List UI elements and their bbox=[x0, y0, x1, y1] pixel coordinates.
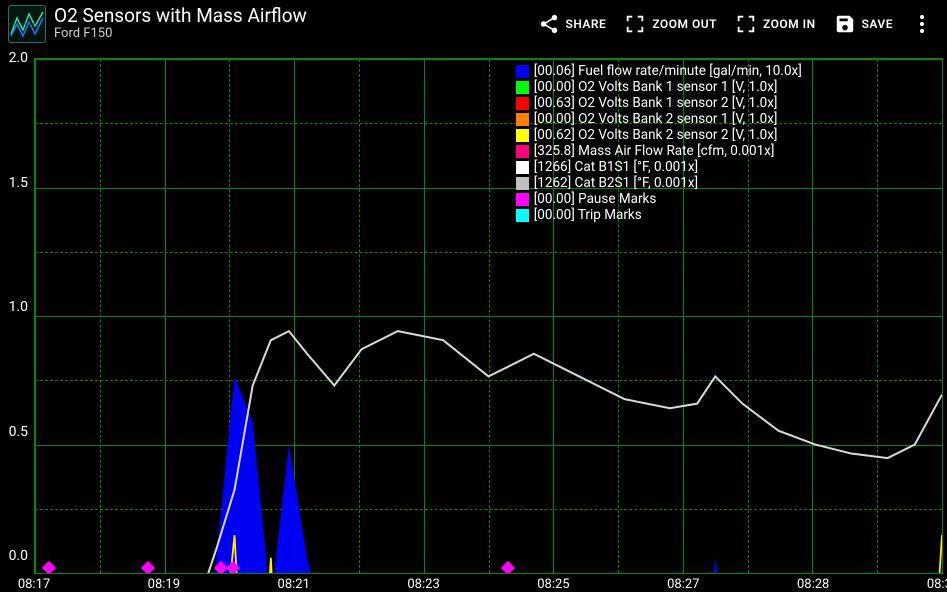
share-label: SHARE bbox=[566, 17, 607, 31]
pause-marker bbox=[501, 561, 515, 574]
legend-item: [00.00] Trip Marks bbox=[516, 207, 802, 223]
pause-marker bbox=[226, 561, 240, 574]
chart-area[interactable]: 0.0 0.5 1.0 1.5 2.0 [00.06] Fuel flow rate/m… bbox=[0, 48, 947, 592]
x-gridline bbox=[942, 59, 943, 573]
overflow-menu-button[interactable] bbox=[911, 11, 933, 37]
title-block: O2 Sensors with Mass Airflow Ford F150 bbox=[54, 6, 538, 41]
x-tick-label: 08:21 bbox=[278, 577, 310, 592]
share-button[interactable]: SHARE bbox=[538, 13, 607, 35]
legend-label: [00.00] Trip Marks bbox=[534, 207, 642, 223]
legend-swatch bbox=[516, 65, 529, 78]
legend-item: [00.62] O2 Volts Bank 2 sensor 2 [V, 1.0… bbox=[516, 127, 802, 143]
y-tick-label: 2.0 bbox=[9, 50, 28, 66]
legend-item: [325.8] Mass Air Flow Rate [cfm, 0.001x] bbox=[516, 143, 802, 159]
y-tick-label: 1.5 bbox=[9, 175, 28, 191]
legend-item: [00.63] O2 Volts Bank 1 sensor 2 [V, 1.0… bbox=[516, 95, 802, 111]
legend-swatch bbox=[516, 129, 529, 142]
x-tick-label: 08:27 bbox=[667, 577, 699, 592]
page-title: O2 Sensors with Mass Airflow bbox=[54, 6, 538, 27]
legend-item: [00.00] Pause Marks bbox=[516, 191, 802, 207]
legend-swatch bbox=[516, 161, 529, 174]
legend-label: [00.62] O2 Volts Bank 2 sensor 2 [V, 1.0… bbox=[534, 127, 778, 143]
x-tick-label: 08:23 bbox=[407, 577, 439, 592]
save-button[interactable]: SAVE bbox=[834, 13, 893, 35]
zoom-in-button[interactable]: ZOOM IN bbox=[735, 13, 816, 35]
legend-item: [00.00] O2 Volts Bank 1 sensor 1 [V, 1.0… bbox=[516, 79, 802, 95]
pause-markers bbox=[35, 561, 942, 573]
x-tick-label: 08:19 bbox=[148, 577, 180, 592]
zoom-out-label: ZOOM OUT bbox=[652, 17, 717, 31]
legend-item: [00.06] Fuel flow rate/minute [gal/min, … bbox=[516, 63, 802, 79]
y-tick-label: 0.0 bbox=[9, 548, 28, 564]
legend-swatch bbox=[516, 97, 529, 110]
legend-label: [1262] Cat B2S1 [°F, 0.001x] bbox=[534, 175, 698, 191]
legend: [00.06] Fuel flow rate/minute [gal/min, … bbox=[516, 63, 802, 223]
legend-item: [1262] Cat B2S1 [°F, 0.001x] bbox=[516, 175, 802, 191]
legend-label: [00.00] O2 Volts Bank 2 sensor 1 [V, 1.0… bbox=[534, 111, 778, 127]
x-tick-label: 08:25 bbox=[537, 577, 569, 592]
legend-swatch bbox=[516, 209, 529, 222]
zoom-out-button[interactable]: ZOOM OUT bbox=[624, 13, 717, 35]
legend-swatch bbox=[516, 81, 529, 94]
app-logo-icon bbox=[8, 5, 46, 43]
legend-label: [1266] Cat B1S1 [°F, 0.001x] bbox=[534, 159, 698, 175]
plot-region[interactable]: [00.06] Fuel flow rate/minute [gal/min, … bbox=[34, 58, 943, 574]
legend-label: [00.63] O2 Volts Bank 1 sensor 2 [V, 1.0… bbox=[534, 95, 778, 111]
page-subtitle: Ford F150 bbox=[54, 27, 538, 41]
y-tick-label: 0.5 bbox=[9, 424, 28, 440]
x-tick-label: 08:17 bbox=[18, 577, 50, 592]
x-axis: 08:1708:1908:2108:2308:2508:2708:2808:30 bbox=[34, 574, 943, 592]
legend-label: [00.00] O2 Volts Bank 1 sensor 1 [V, 1.0… bbox=[534, 79, 778, 95]
header-actions: SHARE ZOOM OUT ZOOM IN SAVE bbox=[538, 11, 934, 37]
legend-label: [00.06] Fuel flow rate/minute [gal/min, … bbox=[534, 63, 802, 79]
y-tick-label: 1.0 bbox=[9, 299, 28, 315]
x-tick-label: 08:28 bbox=[797, 577, 829, 592]
legend-label: [325.8] Mass Air Flow Rate [cfm, 0.001x] bbox=[534, 143, 775, 159]
legend-swatch bbox=[516, 177, 529, 190]
pause-marker bbox=[42, 561, 56, 574]
legend-swatch bbox=[516, 193, 529, 206]
x-tick-label: 08:30 bbox=[927, 577, 947, 592]
legend-swatch bbox=[516, 113, 529, 126]
legend-item: [1266] Cat B1S1 [°F, 0.001x] bbox=[516, 159, 802, 175]
series-canvas bbox=[35, 59, 942, 574]
save-label: SAVE bbox=[862, 17, 893, 31]
app-header: O2 Sensors with Mass Airflow Ford F150 S… bbox=[0, 0, 947, 48]
legend-item: [00.00] O2 Volts Bank 2 sensor 1 [V, 1.0… bbox=[516, 111, 802, 127]
y-axis: 0.0 0.5 1.0 1.5 2.0 bbox=[0, 48, 34, 574]
legend-label: [00.00] Pause Marks bbox=[534, 191, 657, 207]
legend-swatch bbox=[516, 145, 529, 158]
zoom-in-label: ZOOM IN bbox=[763, 17, 816, 31]
pause-marker bbox=[141, 561, 155, 574]
